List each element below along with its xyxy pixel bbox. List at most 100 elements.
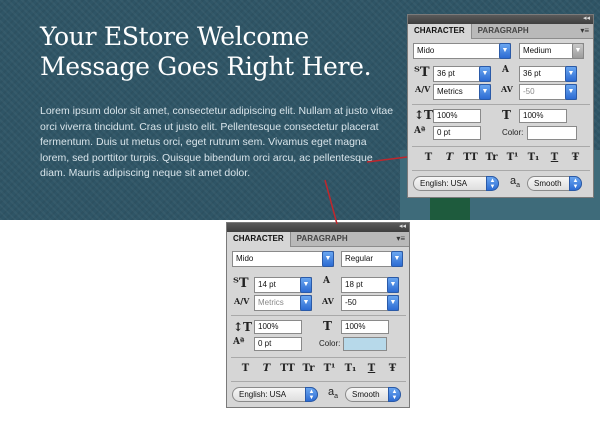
banner-headline: Your EStore Welcome Message Goes Right H… (40, 22, 372, 81)
color-label: Color: (502, 128, 524, 137)
horizontal-scale-input[interactable]: 100% (519, 109, 567, 123)
kerning-select[interactable]: Metrics ▼ (433, 84, 491, 100)
horizontal-scale-icon: T (502, 108, 511, 122)
kerning-select[interactable]: Metrics ▼ (254, 295, 312, 311)
underline-button[interactable]: T (361, 363, 382, 374)
panel-menu-icon[interactable]: ▾≡ (396, 234, 405, 243)
vertical-scale-icon: ↕T (414, 108, 433, 122)
tracking-select[interactable]: -50 ▼ (341, 295, 399, 311)
leading-select[interactable]: 18 pt ▼ (341, 277, 399, 293)
tracking-icon: AV (322, 296, 334, 306)
font-family-select[interactable]: Mido ▼ (232, 251, 334, 267)
superscript-button[interactable]: T¹ (319, 363, 340, 374)
horizontal-scale-icon: T (323, 319, 332, 333)
font-family-select[interactable]: Mido ▼ (413, 43, 511, 59)
screenshot: Your EStore Welcome Message Goes Right H… (0, 0, 600, 423)
divider (412, 170, 590, 171)
divider (231, 315, 406, 316)
small-caps-button[interactable]: Tr (481, 152, 502, 163)
chevron-updown-icon: ▲ ▼ (388, 387, 401, 402)
collapse-icon[interactable]: ◂◂ (399, 222, 406, 230)
tab-paragraph[interactable]: PARAGRAPH (472, 24, 535, 38)
chevron-down-icon: ▼ (479, 84, 491, 100)
leading-select[interactable]: 36 pt ▼ (519, 66, 577, 82)
kerning-value: Metrics (437, 87, 463, 96)
font-family-value: Mido (236, 254, 254, 263)
character-panel-large: ◂◂ CHARACTER PARAGRAPH ▾≡ Mido ▼ Medium ▼ … (407, 14, 594, 198)
small-caps-button[interactable]: Tr (298, 363, 319, 374)
tracking-value: -50 (523, 87, 535, 96)
color-label: Color: (319, 339, 341, 348)
color-swatch[interactable] (343, 337, 387, 351)
superscript-button[interactable]: T¹ (502, 152, 523, 163)
banner-body-text: Lorem ipsum dolor sit amet, consectetur … (40, 105, 394, 179)
character-panel-small: ◂◂ CHARACTER PARAGRAPH ▾≡ Mido ▼ Regular ▼… (226, 222, 410, 408)
chevron-down-icon: ▼ (300, 277, 312, 293)
anti-alias-icon: aa (328, 386, 339, 401)
faux-bold-button[interactable]: T (235, 363, 256, 374)
kerning-icon: A/V (234, 296, 250, 306)
collapse-icon[interactable]: ◂◂ (583, 14, 590, 22)
tab-paragraph[interactable]: PARAGRAPH (291, 232, 354, 246)
baseline-shift-icon: Aª (233, 337, 245, 347)
language-select[interactable]: English: USA ▲ ▼ (413, 176, 499, 191)
baseline-shift-input[interactable]: 0 pt (254, 337, 302, 351)
font-size-select[interactable]: 36 pt ▼ (433, 66, 491, 82)
chevron-down-icon: ▼ (300, 295, 312, 311)
font-style-select[interactable]: Regular ▼ (341, 251, 403, 267)
font-size-icon: ᵀT (414, 65, 430, 80)
divider (231, 381, 406, 382)
font-size-icon: ᵀT (233, 276, 249, 291)
chevron-down-icon: ▼ (572, 43, 584, 59)
panel-titlebar[interactable]: ◂◂ (408, 15, 593, 24)
faux-italic-button[interactable]: T (256, 363, 277, 374)
type-style-buttons: T T TT Tr T¹ T₁ T Ŧ (235, 363, 403, 374)
type-style-buttons: T T TT Tr T¹ T₁ T Ŧ (418, 152, 586, 163)
anti-alias-icon: aa (510, 175, 521, 190)
divider (412, 104, 590, 105)
font-style-value: Regular (345, 254, 374, 263)
all-caps-button[interactable]: TT (460, 152, 481, 163)
divider (231, 357, 406, 358)
panel-menu-icon[interactable]: ▾≡ (580, 26, 589, 35)
anti-alias-select[interactable]: Smooth ▲ ▼ (527, 176, 582, 191)
baseline-shift-input[interactable]: 0 pt (433, 126, 481, 140)
subscript-button[interactable]: T₁ (523, 152, 544, 163)
subscript-button[interactable]: T₁ (340, 363, 361, 374)
font-style-select[interactable]: Medium ▼ (519, 43, 584, 59)
chevron-down-icon: ▼ (387, 277, 399, 293)
panel-titlebar[interactable]: ◂◂ (227, 223, 409, 232)
chevron-updown-icon: ▲ ▼ (486, 176, 499, 191)
anti-alias-select[interactable]: Smooth ▲ ▼ (345, 387, 401, 402)
anti-alias-value: Smooth (534, 179, 562, 188)
faux-italic-button[interactable]: T (439, 152, 460, 163)
horizontal-scale-input[interactable]: 100% (341, 320, 389, 334)
color-swatch[interactable] (527, 126, 577, 140)
language-select[interactable]: English: USA ▲ ▼ (232, 387, 318, 402)
strikethrough-button[interactable]: Ŧ (382, 363, 403, 374)
divider (412, 146, 590, 147)
panel-tabs: CHARACTER PARAGRAPH ▾≡ (227, 232, 409, 247)
font-size-select[interactable]: 14 pt ▼ (254, 277, 312, 293)
chevron-updown-icon: ▲ ▼ (569, 176, 582, 191)
faux-bold-button[interactable]: T (418, 152, 439, 163)
tracking-select[interactable]: -50 ▼ (519, 84, 577, 100)
chevron-down-icon: ▼ (391, 251, 403, 267)
vertical-scale-input[interactable]: 100% (433, 109, 481, 123)
vertical-scale-icon: ↕T (233, 320, 252, 334)
tab-character[interactable]: CHARACTER (408, 24, 472, 39)
strikethrough-button[interactable]: Ŧ (565, 152, 586, 163)
leading-icon: A (323, 276, 330, 286)
tab-character[interactable]: CHARACTER (227, 232, 291, 247)
chevron-down-icon: ▼ (479, 66, 491, 82)
tracking-value: -50 (345, 298, 357, 307)
anti-alias-value: Smooth (352, 390, 380, 399)
chevron-down-icon: ▼ (499, 43, 511, 59)
all-caps-button[interactable]: TT (277, 363, 298, 374)
chevron-down-icon: ▼ (322, 251, 334, 267)
font-size-value: 36 pt (437, 69, 455, 78)
chevron-down-icon: ▼ (565, 66, 577, 82)
tracking-icon: AV (501, 84, 513, 94)
underline-button[interactable]: T (544, 152, 565, 163)
vertical-scale-input[interactable]: 100% (254, 320, 302, 334)
